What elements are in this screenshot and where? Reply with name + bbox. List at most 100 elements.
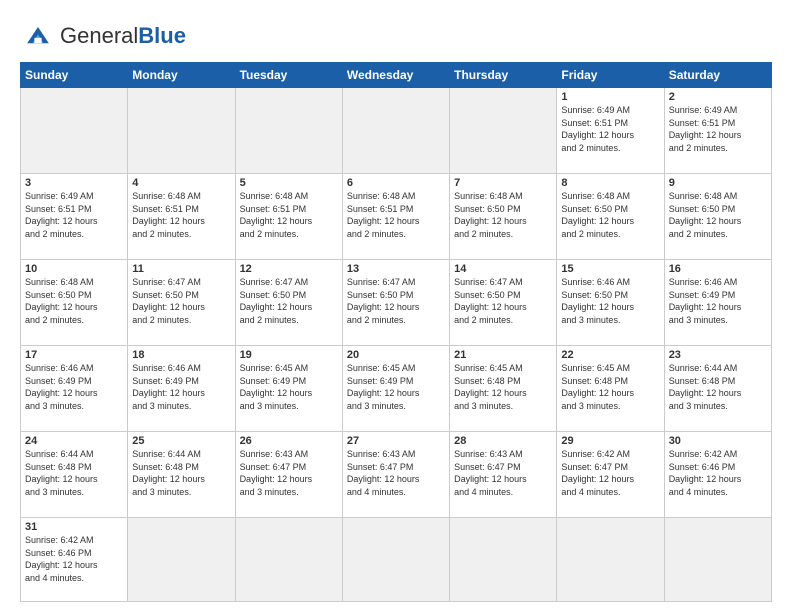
calendar-cell [557,517,664,601]
day-number: 30 [669,435,767,447]
page: GeneralBlue SundayMondayTuesdayWednesday… [0,0,792,612]
logo-text: GeneralBlue [60,23,186,49]
day-info: Sunrise: 6:48 AM Sunset: 6:51 PM Dayligh… [347,190,445,240]
day-info: Sunrise: 6:49 AM Sunset: 6:51 PM Dayligh… [669,104,767,154]
day-number: 14 [454,263,552,275]
calendar-cell: 5Sunrise: 6:48 AM Sunset: 6:51 PM Daylig… [235,173,342,259]
day-number: 3 [25,177,123,189]
day-info: Sunrise: 6:44 AM Sunset: 6:48 PM Dayligh… [25,448,123,498]
calendar-week-3: 10Sunrise: 6:48 AM Sunset: 6:50 PM Dayli… [21,259,772,345]
day-info: Sunrise: 6:45 AM Sunset: 6:49 PM Dayligh… [347,362,445,412]
weekday-header-friday: Friday [557,63,664,88]
day-number: 28 [454,435,552,447]
day-number: 25 [132,435,230,447]
calendar-cell: 17Sunrise: 6:46 AM Sunset: 6:49 PM Dayli… [21,345,128,431]
calendar-cell: 30Sunrise: 6:42 AM Sunset: 6:46 PM Dayli… [664,431,771,517]
calendar-cell: 26Sunrise: 6:43 AM Sunset: 6:47 PM Dayli… [235,431,342,517]
day-info: Sunrise: 6:46 AM Sunset: 6:49 PM Dayligh… [132,362,230,412]
weekday-header-tuesday: Tuesday [235,63,342,88]
calendar-week-1: 1Sunrise: 6:49 AM Sunset: 6:51 PM Daylig… [21,88,772,174]
calendar-cell: 18Sunrise: 6:46 AM Sunset: 6:49 PM Dayli… [128,345,235,431]
calendar-cell: 3Sunrise: 6:49 AM Sunset: 6:51 PM Daylig… [21,173,128,259]
day-number: 5 [240,177,338,189]
day-info: Sunrise: 6:46 AM Sunset: 6:49 PM Dayligh… [25,362,123,412]
calendar-cell: 14Sunrise: 6:47 AM Sunset: 6:50 PM Dayli… [450,259,557,345]
day-info: Sunrise: 6:48 AM Sunset: 6:51 PM Dayligh… [132,190,230,240]
calendar-cell: 12Sunrise: 6:47 AM Sunset: 6:50 PM Dayli… [235,259,342,345]
day-number: 10 [25,263,123,275]
logo: GeneralBlue [20,18,186,54]
day-info: Sunrise: 6:42 AM Sunset: 6:47 PM Dayligh… [561,448,659,498]
day-number: 18 [132,349,230,361]
calendar-cell [21,88,128,174]
calendar-cell: 16Sunrise: 6:46 AM Sunset: 6:49 PM Dayli… [664,259,771,345]
day-number: 27 [347,435,445,447]
calendar-table: SundayMondayTuesdayWednesdayThursdayFrid… [20,62,772,602]
day-info: Sunrise: 6:49 AM Sunset: 6:51 PM Dayligh… [561,104,659,154]
weekday-header-monday: Monday [128,63,235,88]
calendar-cell [450,517,557,601]
calendar-cell [235,88,342,174]
day-info: Sunrise: 6:47 AM Sunset: 6:50 PM Dayligh… [454,276,552,326]
calendar-cell: 9Sunrise: 6:48 AM Sunset: 6:50 PM Daylig… [664,173,771,259]
calendar-week-4: 17Sunrise: 6:46 AM Sunset: 6:49 PM Dayli… [21,345,772,431]
day-number: 4 [132,177,230,189]
day-number: 1 [561,91,659,103]
calendar-cell: 29Sunrise: 6:42 AM Sunset: 6:47 PM Dayli… [557,431,664,517]
day-number: 31 [25,521,123,533]
calendar-cell [664,517,771,601]
calendar-cell: 25Sunrise: 6:44 AM Sunset: 6:48 PM Dayli… [128,431,235,517]
day-info: Sunrise: 6:48 AM Sunset: 6:50 PM Dayligh… [561,190,659,240]
day-info: Sunrise: 6:47 AM Sunset: 6:50 PM Dayligh… [240,276,338,326]
weekday-header-wednesday: Wednesday [342,63,449,88]
day-info: Sunrise: 6:49 AM Sunset: 6:51 PM Dayligh… [25,190,123,240]
day-info: Sunrise: 6:44 AM Sunset: 6:48 PM Dayligh… [132,448,230,498]
day-number: 12 [240,263,338,275]
calendar-cell: 19Sunrise: 6:45 AM Sunset: 6:49 PM Dayli… [235,345,342,431]
calendar-cell: 22Sunrise: 6:45 AM Sunset: 6:48 PM Dayli… [557,345,664,431]
day-info: Sunrise: 6:46 AM Sunset: 6:50 PM Dayligh… [561,276,659,326]
day-number: 7 [454,177,552,189]
calendar-week-6: 31Sunrise: 6:42 AM Sunset: 6:46 PM Dayli… [21,517,772,601]
calendar-cell: 8Sunrise: 6:48 AM Sunset: 6:50 PM Daylig… [557,173,664,259]
calendar-cell: 4Sunrise: 6:48 AM Sunset: 6:51 PM Daylig… [128,173,235,259]
header: GeneralBlue [20,18,772,54]
day-info: Sunrise: 6:47 AM Sunset: 6:50 PM Dayligh… [132,276,230,326]
calendar-week-2: 3Sunrise: 6:49 AM Sunset: 6:51 PM Daylig… [21,173,772,259]
calendar-week-5: 24Sunrise: 6:44 AM Sunset: 6:48 PM Dayli… [21,431,772,517]
day-number: 21 [454,349,552,361]
calendar-cell: 21Sunrise: 6:45 AM Sunset: 6:48 PM Dayli… [450,345,557,431]
day-number: 13 [347,263,445,275]
day-number: 16 [669,263,767,275]
calendar-cell: 6Sunrise: 6:48 AM Sunset: 6:51 PM Daylig… [342,173,449,259]
day-info: Sunrise: 6:48 AM Sunset: 6:50 PM Dayligh… [669,190,767,240]
calendar-cell: 20Sunrise: 6:45 AM Sunset: 6:49 PM Dayli… [342,345,449,431]
day-info: Sunrise: 6:48 AM Sunset: 6:50 PM Dayligh… [454,190,552,240]
calendar-cell: 27Sunrise: 6:43 AM Sunset: 6:47 PM Dayli… [342,431,449,517]
calendar-cell: 10Sunrise: 6:48 AM Sunset: 6:50 PM Dayli… [21,259,128,345]
calendar-cell [342,88,449,174]
day-info: Sunrise: 6:45 AM Sunset: 6:49 PM Dayligh… [240,362,338,412]
day-number: 26 [240,435,338,447]
day-info: Sunrise: 6:42 AM Sunset: 6:46 PM Dayligh… [669,448,767,498]
day-info: Sunrise: 6:42 AM Sunset: 6:46 PM Dayligh… [25,534,123,584]
day-number: 8 [561,177,659,189]
calendar-cell [128,517,235,601]
day-info: Sunrise: 6:46 AM Sunset: 6:49 PM Dayligh… [669,276,767,326]
day-info: Sunrise: 6:44 AM Sunset: 6:48 PM Dayligh… [669,362,767,412]
day-number: 2 [669,91,767,103]
calendar-cell: 15Sunrise: 6:46 AM Sunset: 6:50 PM Dayli… [557,259,664,345]
weekday-header-row: SundayMondayTuesdayWednesdayThursdayFrid… [21,63,772,88]
day-info: Sunrise: 6:43 AM Sunset: 6:47 PM Dayligh… [240,448,338,498]
day-info: Sunrise: 6:43 AM Sunset: 6:47 PM Dayligh… [454,448,552,498]
day-info: Sunrise: 6:48 AM Sunset: 6:50 PM Dayligh… [25,276,123,326]
calendar-cell [342,517,449,601]
weekday-header-saturday: Saturday [664,63,771,88]
day-number: 17 [25,349,123,361]
calendar-cell: 2Sunrise: 6:49 AM Sunset: 6:51 PM Daylig… [664,88,771,174]
day-number: 23 [669,349,767,361]
calendar-cell: 13Sunrise: 6:47 AM Sunset: 6:50 PM Dayli… [342,259,449,345]
generalblue-icon [20,18,56,54]
day-info: Sunrise: 6:47 AM Sunset: 6:50 PM Dayligh… [347,276,445,326]
day-number: 9 [669,177,767,189]
